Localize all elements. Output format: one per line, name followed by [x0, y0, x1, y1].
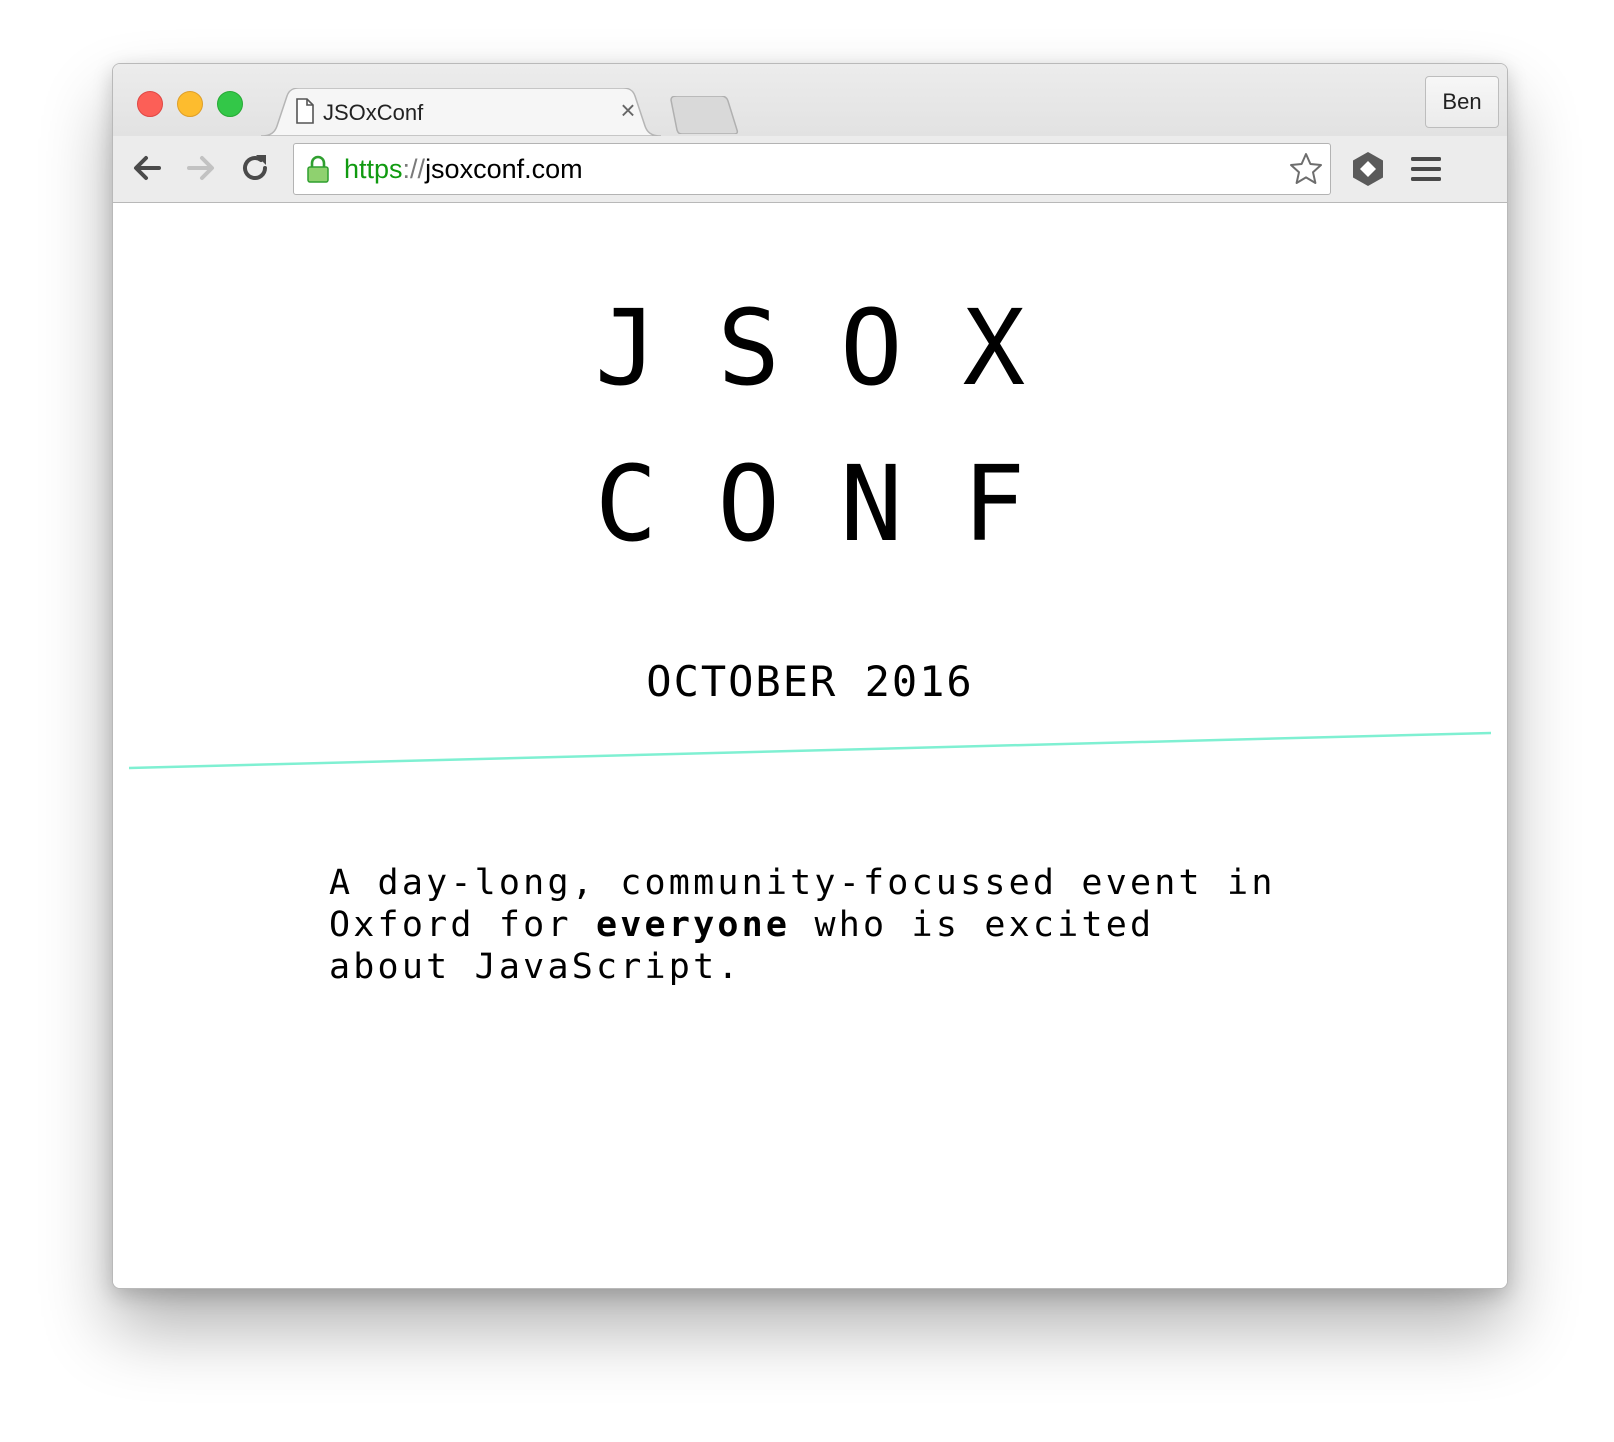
profile-button[interactable]: Ben	[1425, 76, 1499, 128]
new-tab-button[interactable]	[669, 96, 739, 134]
tab-close-icon[interactable]: ×	[615, 97, 641, 123]
extension-icon[interactable]	[1349, 150, 1387, 188]
page-content: JSOX CONF OCTOBER 2016 A day-long, commu…	[113, 203, 1507, 1288]
zoom-window-button[interactable]	[217, 91, 243, 117]
event-date: OCTOBER 2016	[646, 657, 974, 706]
description-emphasis: everyone	[596, 905, 791, 945]
minimize-window-button[interactable]	[177, 91, 203, 117]
star-icon[interactable]	[1288, 151, 1324, 187]
logo-line-jsox: JSOX	[594, 287, 1086, 409]
tab-title: JSOxConf	[323, 100, 424, 125]
url-scheme: https	[344, 154, 403, 184]
reload-icon[interactable]	[237, 150, 273, 186]
url-separator: ://	[402, 154, 426, 184]
logo-line-conf: CONF	[594, 443, 1086, 565]
arrow-right-icon[interactable]	[183, 150, 219, 186]
url-host: jsoxconf.com	[425, 154, 583, 184]
arrow-left-icon[interactable]	[129, 150, 165, 186]
address-bar[interactable]: https://jsoxconf.com	[293, 143, 1331, 195]
close-window-button[interactable]	[137, 91, 163, 117]
lock-icon	[307, 155, 329, 183]
hamburger-menu-icon[interactable]	[1409, 154, 1443, 184]
title-bar: JSOxConf × Ben	[113, 64, 1507, 136]
tab-shape	[261, 88, 661, 136]
browser-window: JSOxConf × Ben https://jsoxconf.com JSOX…	[112, 63, 1508, 1289]
document-icon	[296, 98, 314, 124]
url-text: https://jsoxconf.com	[344, 155, 583, 183]
toolbar: https://jsoxconf.com	[113, 136, 1507, 203]
tab-jsoxconf[interactable]: JSOxConf ×	[261, 88, 661, 136]
event-description: A day-long, community-focussed event in …	[329, 862, 1289, 988]
